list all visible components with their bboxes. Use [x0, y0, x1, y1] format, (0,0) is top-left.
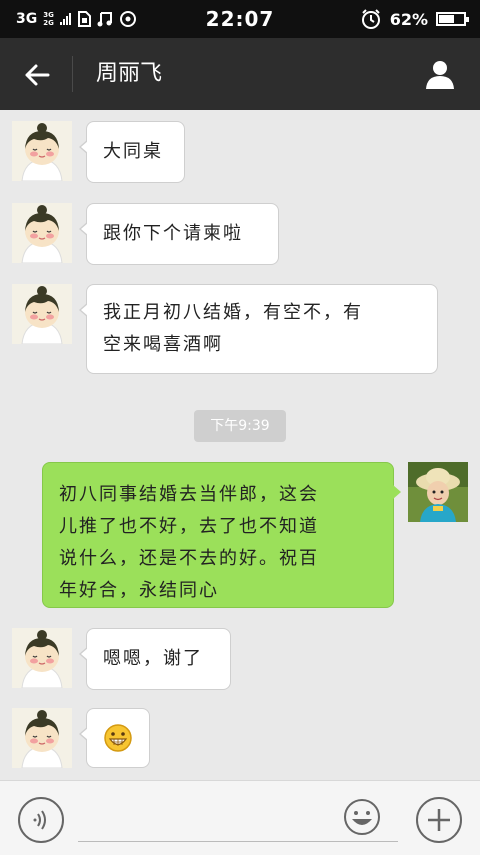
message-text: 大同桌 [103, 141, 163, 162]
message-bubble-received[interactable]: 我正月初八结婚，有空不，有 空来喝喜酒啊 [79, 284, 438, 374]
chat-header: 周丽飞 [0, 38, 480, 110]
message-text: 嗯嗯，谢了 [103, 648, 203, 669]
alarm-icon [361, 9, 380, 29]
battery-fill [439, 15, 454, 23]
contact-avatar[interactable] [12, 284, 72, 344]
grinning-face-icon [104, 724, 132, 752]
message-input[interactable] [78, 841, 398, 842]
contact-avatar[interactable] [12, 203, 72, 263]
header-divider [72, 56, 73, 92]
message-text-line: 儿推了也不好，去了也不知道 [59, 516, 319, 537]
person-icon[interactable] [424, 58, 456, 90]
message-text-line: 空来喝喜酒啊 [103, 334, 223, 355]
plus-icon [428, 809, 450, 831]
message-bubble-sent[interactable]: 初八同事结婚去当伴郎，这会 儿推了也不好，去了也不知道 说什么，还是不去的好。祝… [42, 462, 401, 608]
message-text: 跟你下个请柬啦 [103, 223, 243, 244]
arrow-left-icon[interactable] [22, 60, 52, 90]
battery-icon [436, 12, 469, 26]
contact-avatar[interactable] [12, 708, 72, 768]
message-bubble-received[interactable]: 嗯嗯，谢了 [79, 628, 231, 690]
message-bubble-received[interactable]: 跟你下个请柬啦 [79, 203, 279, 265]
message-text-line: 说什么，还是不去的好。祝百 [59, 548, 319, 569]
emoji-button[interactable] [342, 797, 388, 843]
status-right: 62% [360, 7, 469, 31]
status-bar: 3G 3G 2G 22:07 62% [0, 0, 480, 38]
add-button[interactable] [416, 797, 462, 843]
message-bubble-received[interactable]: 大同桌 [79, 121, 185, 183]
emoji-icon [344, 799, 380, 835]
my-avatar[interactable] [408, 462, 468, 522]
message-bubble-received[interactable] [79, 708, 150, 768]
message-text-line: 我正月初八结婚，有空不，有 [103, 302, 363, 323]
message-text-line: 年好合，永结同心 [59, 580, 219, 601]
voice-button[interactable] [18, 797, 64, 843]
chat-title: 周丽飞 [96, 61, 163, 86]
voice-icon [33, 810, 46, 830]
contact-avatar[interactable] [12, 628, 72, 688]
contact-avatar[interactable] [12, 121, 72, 181]
battery-percent: 62% [389, 9, 428, 29]
message-text-line: 初八同事结婚去当伴郎，这会 [59, 484, 319, 505]
timestamp-separator: 下午9:39 [194, 410, 286, 442]
input-bar [0, 780, 480, 855]
